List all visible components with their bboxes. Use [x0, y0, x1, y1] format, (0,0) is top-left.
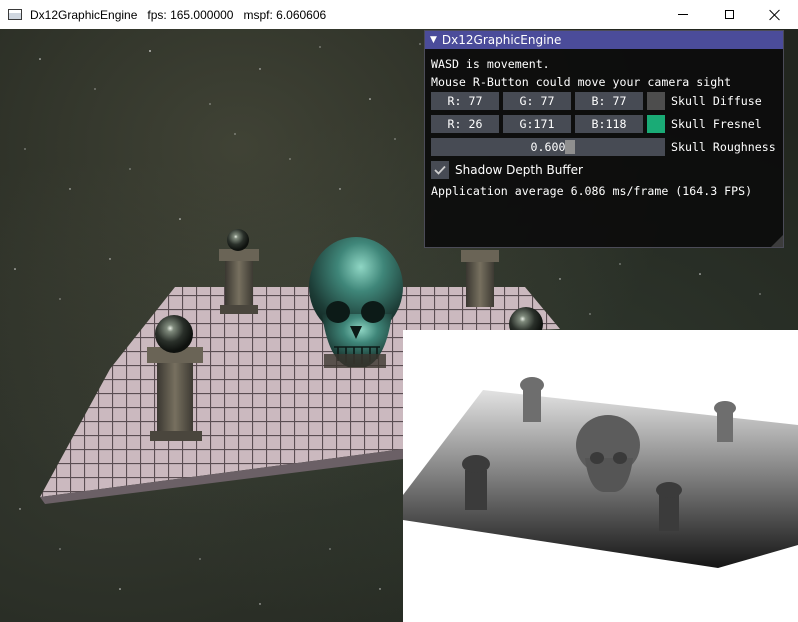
- minimize-icon: [678, 14, 688, 15]
- fresnel-r-field[interactable]: R: 26: [431, 115, 499, 133]
- close-icon: [769, 9, 781, 21]
- help-text-camera: Mouse R-Button could move your camera si…: [431, 75, 732, 89]
- roughness-label: Skull Roughness: [671, 140, 776, 154]
- imgui-title: Dx12GraphicEngine: [441, 33, 562, 47]
- roughness-slider[interactable]: 0.600: [431, 138, 665, 156]
- checkmark-icon: [434, 165, 446, 175]
- fresnel-b-field[interactable]: B:118: [575, 115, 643, 133]
- diffuse-color-swatch[interactable]: [647, 92, 665, 110]
- roughness-value: 0.600: [530, 140, 566, 154]
- resize-grip-icon[interactable]: [771, 235, 783, 247]
- close-button[interactable]: [752, 0, 798, 29]
- maximize-icon: [724, 10, 734, 19]
- window-title: Dx12GraphicEngine fps: 165.000000 mspf: …: [30, 7, 327, 22]
- pillar-back-left: [219, 229, 259, 314]
- diffuse-g-field[interactable]: G: 77: [503, 92, 571, 110]
- help-text-movement: WASD is movement.: [431, 57, 550, 71]
- depth-map-render: [403, 377, 798, 568]
- maximize-button[interactable]: [706, 0, 752, 29]
- window-controls: [660, 0, 798, 29]
- frame-stats: Application average 6.086 ms/frame (164.…: [431, 184, 753, 198]
- window-titlebar[interactable]: Dx12GraphicEngine fps: 165.000000 mspf: …: [0, 0, 798, 29]
- fresnel-g-field[interactable]: G:171: [503, 115, 571, 133]
- pillar-back-right: [461, 250, 499, 307]
- diffuse-b-field[interactable]: B: 77: [575, 92, 643, 110]
- minimize-button[interactable]: [660, 0, 706, 29]
- shadow-depth-checkbox[interactable]: [431, 161, 449, 179]
- shadow-depth-label: Shadow Depth Buffer: [455, 163, 583, 177]
- fresnel-label: Skull Fresnel: [671, 117, 762, 131]
- collapse-arrow-icon[interactable]: ▼: [430, 35, 437, 45]
- imgui-window[interactable]: ▼ Dx12GraphicEngine WASD is movement. Mo…: [424, 30, 784, 248]
- app-window-icon: [8, 9, 22, 20]
- shadow-depth-preview: [403, 330, 798, 622]
- fresnel-color-swatch[interactable]: [647, 115, 665, 133]
- diffuse-r-field[interactable]: R: 77: [431, 92, 499, 110]
- diffuse-label: Skull Diffuse: [671, 94, 762, 108]
- imgui-titlebar[interactable]: ▼ Dx12GraphicEngine: [425, 31, 783, 49]
